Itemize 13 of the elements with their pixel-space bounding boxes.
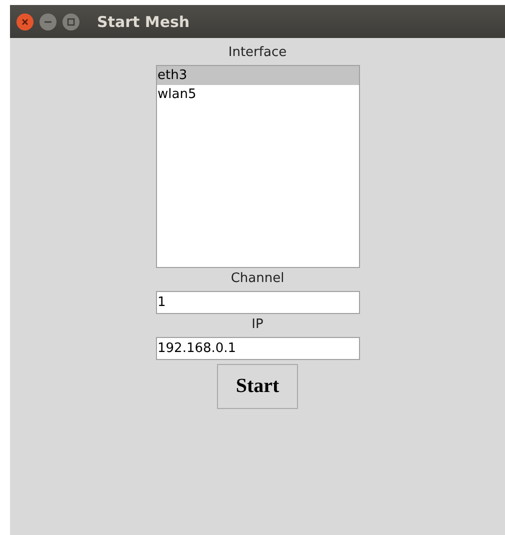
close-icon[interactable] bbox=[16, 12, 34, 30]
list-item[interactable]: eth3 bbox=[156, 66, 358, 85]
channel-field[interactable]: 1 bbox=[156, 291, 360, 314]
list-item[interactable]: wlan5 bbox=[156, 85, 358, 104]
window-title: Start Mesh bbox=[97, 12, 190, 30]
ip-label: IP bbox=[252, 316, 264, 334]
maximize-icon[interactable] bbox=[62, 12, 80, 30]
interface-list[interactable]: eth3 wlan5 bbox=[156, 65, 360, 268]
channel-label: Channel bbox=[230, 270, 284, 288]
interface-label: Interface bbox=[228, 44, 287, 62]
minimize-icon[interactable] bbox=[39, 12, 57, 30]
start-button[interactable]: Start bbox=[217, 364, 298, 409]
ip-field[interactable]: 192.168.0.1 bbox=[156, 337, 360, 360]
